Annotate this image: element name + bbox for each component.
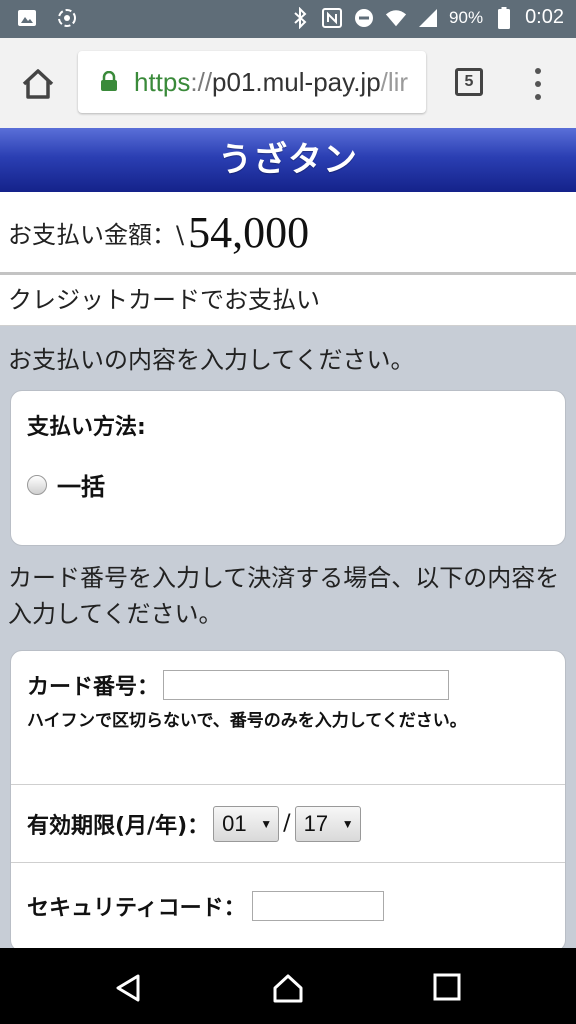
navigation-bar [0, 948, 576, 1024]
expiry-year-value: 17 [303, 810, 329, 836]
lump-sum-label[interactable]: 一括 [57, 467, 105, 502]
card-form-panel: カード番号： ハイフンで区切らないで、番号のみを入力してください。 有効期限(月… [10, 650, 566, 948]
back-icon [116, 974, 140, 1002]
payment-instruction: お支払いの内容を入力してください。 [8, 346, 415, 374]
battery-icon [493, 6, 515, 29]
battery-percent: 90% [449, 7, 484, 27]
nfc-icon [321, 7, 343, 29]
payment-method-title: 支払い方法: [27, 415, 146, 440]
card-number-row: カード番号： ハイフンで区切らないで、番号のみを入力してください。 [11, 651, 565, 785]
recent-apps-icon [433, 973, 461, 1001]
payment-amount: お支払い金額：\ 54,000 [0, 192, 576, 275]
expiry-row: 有効期限(月/年)： 01 ▼ / 17 ▼ [11, 785, 565, 863]
home-icon [273, 974, 303, 1003]
image-icon [16, 7, 38, 29]
recent-apps-button[interactable] [433, 973, 461, 1001]
do-not-disturb-icon [353, 7, 375, 29]
url-protocol: https [134, 67, 191, 97]
url-path: /lir [380, 67, 409, 97]
lump-sum-radio[interactable] [27, 474, 47, 495]
url-separator: :// [190, 67, 213, 97]
menu-dot-icon [535, 94, 541, 100]
chevron-down-icon: ▼ [260, 816, 273, 831]
lock-icon [100, 70, 118, 91]
web-page: うざタン お支払い金額：\ 54,000 クレジットカードでお支払い お支払いの… [0, 128, 576, 948]
chevron-down-icon: ▼ [341, 816, 354, 831]
expiry-separator: / [283, 811, 291, 836]
card-instruction: カード番号を入力して決済する場合、以下の内容を入力してください。 [8, 564, 560, 628]
amount-value: 54,000 [188, 207, 310, 257]
signal-icon [417, 7, 439, 29]
home-icon [22, 69, 54, 99]
wifi-icon [385, 7, 407, 29]
overflow-menu-button[interactable] [528, 68, 548, 100]
amount-label: お支払い金額：\ [8, 220, 185, 249]
status-bar-system: 90% 0:02 [289, 6, 564, 29]
home-button[interactable] [272, 972, 304, 1004]
tab-switcher-button[interactable]: 5 [455, 68, 483, 96]
card-number-input[interactable] [163, 670, 450, 700]
payment-option-lump-sum[interactable]: 一括 [27, 467, 549, 502]
page-title: うざタン [0, 128, 576, 192]
expiry-year-select[interactable]: 17 ▼ [294, 805, 361, 842]
status-bar-notifications [16, 7, 78, 29]
security-code-row: セキュリティコード： [11, 863, 565, 948]
sync-icon [56, 7, 78, 29]
menu-dot-icon [535, 68, 541, 74]
expiry-month-select[interactable]: 01 ▼ [213, 805, 280, 842]
browser-toolbar: https://p01.mul-pay.jp/lir 5 [0, 38, 576, 129]
card-number-label: カード番号： [27, 675, 160, 700]
menu-dot-icon [535, 81, 541, 87]
status-bar: 90% 0:02 [0, 0, 576, 38]
bluetooth-icon [289, 6, 311, 29]
security-code-input[interactable] [251, 891, 384, 921]
browser-home-button[interactable] [18, 64, 58, 104]
back-button[interactable] [112, 972, 144, 1004]
expiry-label: 有効期限(月/年)： [27, 813, 210, 839]
clock: 0:02 [525, 6, 564, 28]
payment-type-label: クレジットカードでお支払い [0, 275, 576, 326]
payment-method-panel: 支払い方法: 一括 [10, 390, 566, 546]
security-code-label: セキュリティコード： [27, 896, 246, 921]
url-host: p01.mul-pay.jp [212, 67, 381, 97]
card-number-hint: ハイフンで区切らないで、番号のみを入力してください。 [27, 711, 467, 731]
address-bar[interactable]: https://p01.mul-pay.jp/lir [78, 51, 426, 113]
url-text: https://p01.mul-pay.jp/lir [134, 67, 408, 98]
expiry-month-value: 01 [222, 810, 247, 836]
